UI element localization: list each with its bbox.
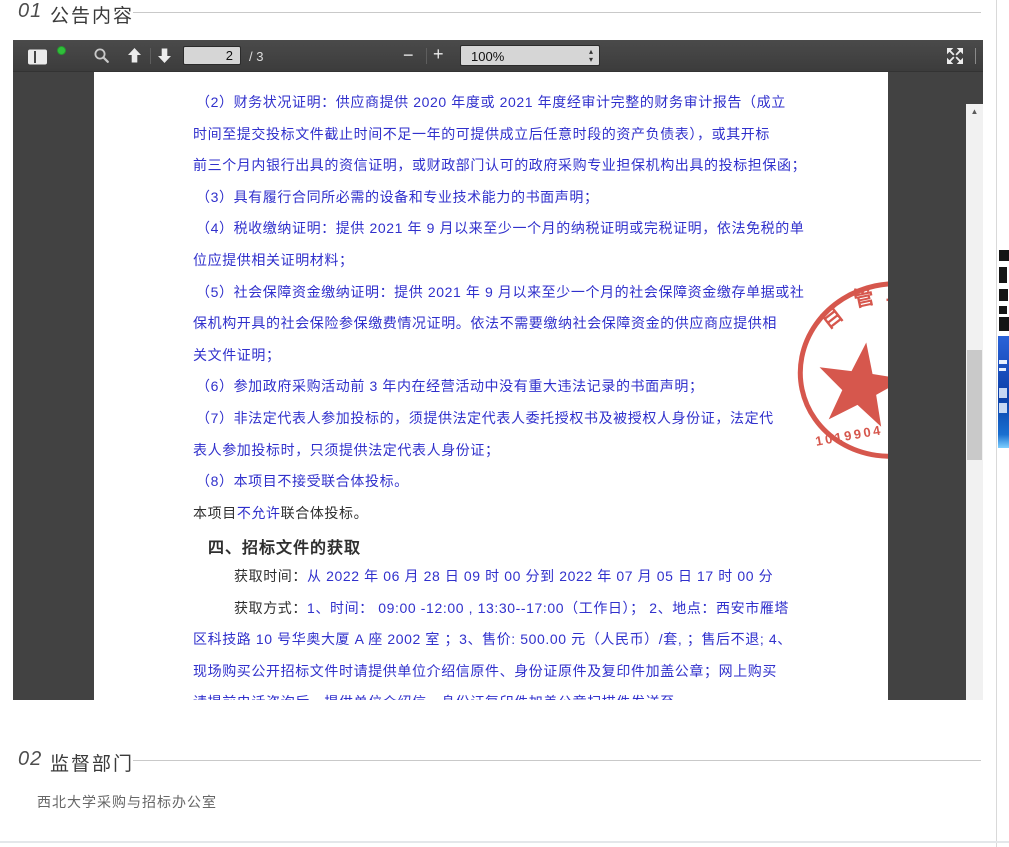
document-line: 表人参加投标时，只须提供法定代表人身份证；: [193, 440, 779, 472]
document-line: （4）税收缴纳证明：提供 2021 年 9 月以来至少一个月的纳税证明或完税证明…: [193, 218, 779, 250]
notification-dot: [57, 46, 66, 55]
red-seal-stamp: 目管理 1019904: [795, 270, 888, 470]
document-line: （7）非法定代表人参加投标的，须提供法定代表人委托授权书及被授权人身份证，法定代: [193, 408, 779, 440]
clipped-glyph: [999, 250, 1009, 261]
spinner-arrows-icon[interactable]: ▴ ▾: [589, 48, 593, 64]
toolbar-separator: [975, 48, 976, 64]
document-line: 请提前电话咨询后、提供单位介绍信、身份证复印件加盖公章扫描件发送至: [193, 692, 779, 700]
fullscreen-icon: [945, 54, 965, 69]
document-line: 关文件证明；: [193, 345, 779, 377]
section-rule: [133, 12, 981, 13]
page: 01 公告内容: [0, 0, 1009, 847]
vertical-scrollbar[interactable]: ▲ ▼: [966, 104, 983, 700]
document-line: 现场购买公开招标文件时请提供单位介绍信原件、身份证原件及复印件加盖公章；网上购买: [193, 661, 779, 693]
banner-fragment: [999, 368, 1006, 371]
document-line: 本项目不允许联合体投标。: [193, 503, 779, 535]
previous-page-button[interactable]: [125, 47, 143, 65]
document-line: 位应提供相关证明材料；: [193, 250, 779, 282]
document-line: 获取时间：从 2022 年 06 月 28 日 09 时 00 分到 2022 …: [193, 566, 779, 598]
clipped-glyph: [999, 267, 1007, 283]
toolbar-separator: [150, 48, 151, 64]
next-page-button[interactable]: [155, 47, 173, 65]
banner-fragment: [999, 360, 1007, 364]
clipped-banner[interactable]: [998, 336, 1009, 448]
pdf-page: （2）财务状况证明：供应商提供 2020 年度或 2021 年度经审计完整的财务…: [94, 72, 888, 700]
banner-fragment: [999, 403, 1007, 413]
section-announcement-header: 01 公告内容: [0, 0, 1009, 26]
document-text: （2）财务状况证明：供应商提供 2020 年度或 2021 年度经审计完整的财务…: [193, 92, 779, 700]
document-line: （6）参加政府采购活动前 3 年内在经营活动中没有重大违法记录的书面声明；: [193, 376, 779, 408]
section-title: 公告内容: [50, 1, 134, 28]
fullscreen-button[interactable]: [945, 46, 965, 66]
section-rule: [133, 760, 981, 761]
pdf-viewer: / 3 − + 100% ▴ ▾: [13, 40, 983, 700]
section-supervisor-header: 02 监督部门: [0, 748, 1009, 774]
zoom-level-select[interactable]: 100% ▴ ▾: [460, 45, 600, 66]
arrow-up-icon: [126, 52, 143, 67]
document-line: （2）财务状况证明：供应商提供 2020 年度或 2021 年度经审计完整的财务…: [193, 92, 779, 124]
zoom-out-button[interactable]: −: [403, 45, 414, 66]
sidebar-toggle-button[interactable]: [27, 46, 67, 68]
arrow-down-icon: [156, 52, 173, 67]
document-line: 获取方式：1、时间： 09:00 -12:00 , 13:30--17:00（工…: [193, 598, 779, 630]
document-line: （5）社会保障资金缴纳证明：提供 2021 年 9 月以来至少一个月的社会保障资…: [193, 282, 779, 314]
bottom-divider: [0, 841, 1009, 843]
banner-fragment: [999, 388, 1007, 398]
document-line: 时间至提交投标文件截止时间不足一年的可提供成立后任意时段的资产负债表），或其开标: [193, 124, 779, 156]
document-line: 保机构开具的社会保险参保缴费情况证明。依法不需要缴纳社会保障资金的供应商应提供相: [193, 313, 779, 345]
scroll-up-arrow-icon[interactable]: ▲: [966, 104, 983, 119]
clipped-glyph: [999, 289, 1008, 301]
pdf-content-area: （2）财务状况证明：供应商提供 2020 年度或 2021 年度经审计完整的财务…: [13, 72, 983, 700]
supervisor-name: 西北大学采购与招标办公室: [37, 792, 217, 812]
document-line: （3）具有履行合同所必需的设备和专业技术能力的书面声明；: [193, 187, 779, 219]
document-line: 前三个月内银行出具的资信证明，或财政部门认可的政府采购专业担保机构出具的投标担保…: [193, 155, 779, 187]
star-icon: [813, 336, 888, 429]
zoom-in-button[interactable]: +: [433, 44, 444, 65]
search-button[interactable]: [92, 47, 110, 65]
page-count-label: / 3: [249, 49, 263, 64]
zoom-level-value: 100%: [471, 49, 504, 64]
document-line: （8）本项目不接受联合体投标。: [193, 471, 779, 503]
document-line: 四、招标文件的获取: [193, 534, 779, 566]
right-panel-border: [996, 0, 997, 847]
search-icon: [93, 52, 110, 67]
section-number: 02: [18, 748, 42, 771]
pdf-toolbar: / 3 − + 100% ▴ ▾: [13, 40, 983, 72]
toolbar-separator: [426, 48, 427, 64]
sidebar-icon: [27, 48, 49, 69]
section-title: 监督部门: [50, 749, 134, 776]
section-number: 01: [18, 0, 42, 23]
clipped-glyph: [999, 317, 1009, 331]
clipped-glyph: [999, 306, 1007, 314]
page-number-input[interactable]: [183, 46, 241, 65]
document-line: 区科技路 10 号华奥大厦 A 座 2002 室 ；3、售价: 500.00 元…: [193, 629, 779, 661]
scrollbar-thumb[interactable]: [967, 350, 982, 460]
